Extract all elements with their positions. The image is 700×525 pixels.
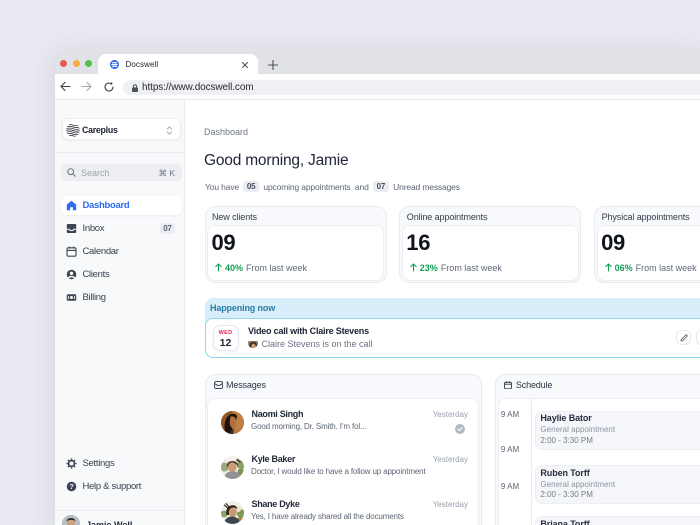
svg-text:?: ?	[70, 484, 74, 491]
